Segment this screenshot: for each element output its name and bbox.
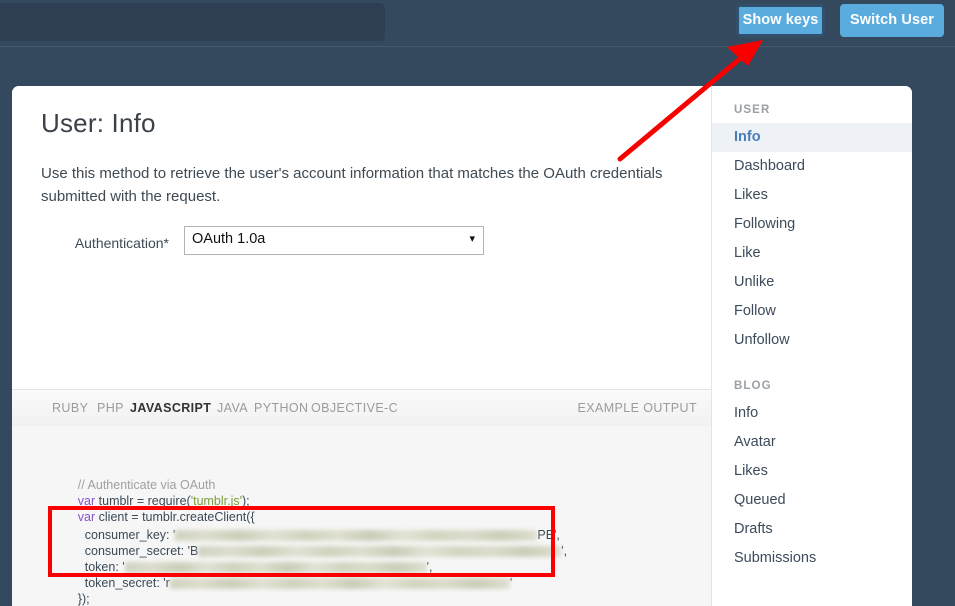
authentication-select-value: OAuth 1.0a (192, 231, 265, 247)
sidebar-item-user-follow[interactable]: Follow (712, 297, 912, 326)
tab-php[interactable]: PHP (97, 401, 124, 415)
sidebar-item-user-likes[interactable]: Likes (712, 181, 912, 210)
sidebar-item-blog-avatar[interactable]: Avatar (712, 428, 912, 457)
secondary-bar (0, 47, 955, 85)
tab-python[interactable]: PYTHON (254, 401, 309, 415)
sidebar-item-blog-info[interactable]: Info (712, 399, 912, 428)
code-property-token-secret: token_secret: 'r (78, 576, 170, 590)
authentication-label: Authentication* (67, 235, 169, 251)
code-sample-block: // Authenticate via OAuth var tumblr = r… (12, 426, 711, 606)
sidebar-item-blog-drafts[interactable]: Drafts (712, 515, 912, 544)
tab-objective-c[interactable]: OBJECTIVE-C (311, 401, 398, 415)
sidebar-item-user-unfollow[interactable]: Unfollow (712, 326, 912, 355)
sidebar-item-user-like[interactable]: Like (712, 239, 912, 268)
authentication-form-row: Authentication* OAuth 1.0a ▾ (12, 226, 711, 266)
sidebar-item-blog-queued[interactable]: Queued (712, 486, 912, 515)
main-content-card: User: Info Use this method to retrieve t… (12, 86, 912, 606)
code-text: }); (78, 592, 90, 606)
sidebar-item-user-info[interactable]: Info (712, 123, 912, 152)
code-line-close-client: }); (50, 578, 90, 606)
sidebar-item-user-unlike[interactable]: Unlike (712, 268, 912, 297)
navbar-brand-panel (0, 3, 385, 41)
tab-java[interactable]: JAVA (217, 401, 248, 415)
api-methods-sidebar: USER Info Dashboard Likes Following Like… (711, 86, 912, 606)
example-output-tab[interactable]: EXAMPLE OUTPUT (577, 401, 697, 415)
authentication-select[interactable]: OAuth 1.0a ▾ (184, 226, 484, 255)
tab-ruby[interactable]: RUBY (52, 401, 88, 415)
page-title: User: Info (41, 108, 156, 139)
code-text: ', (561, 544, 567, 558)
show-keys-button[interactable]: Show keys (736, 4, 825, 37)
method-documentation-panel: User: Info Use this method to retrieve t… (12, 86, 711, 606)
top-navigation-bar: Show keys Switch User (0, 0, 955, 47)
switch-user-button[interactable]: Switch User (840, 4, 944, 37)
chevron-down-icon: ▾ (469, 232, 475, 245)
tab-javascript[interactable]: JAVASCRIPT (130, 401, 211, 415)
method-description: Use this method to retrieve the user's a… (41, 162, 681, 208)
code-text: ' (510, 576, 512, 590)
sidebar-item-user-following[interactable]: Following (712, 210, 912, 239)
sidebar-group-title-user: USER (712, 86, 912, 116)
language-tab-strip: RUBY PHP JAVASCRIPT JAVA PYTHON OBJECTIV… (12, 389, 711, 427)
code-line-token-secret: token_secret: 'r ' (50, 562, 512, 604)
sidebar-item-blog-likes[interactable]: Likes (712, 457, 912, 486)
sidebar-item-blog-submissions[interactable]: Submissions (712, 544, 912, 573)
redacted-token-secret (170, 578, 510, 589)
sidebar-item-user-dashboard[interactable]: Dashboard (712, 152, 912, 181)
sidebar-group-title-blog: BLOG (712, 355, 912, 392)
